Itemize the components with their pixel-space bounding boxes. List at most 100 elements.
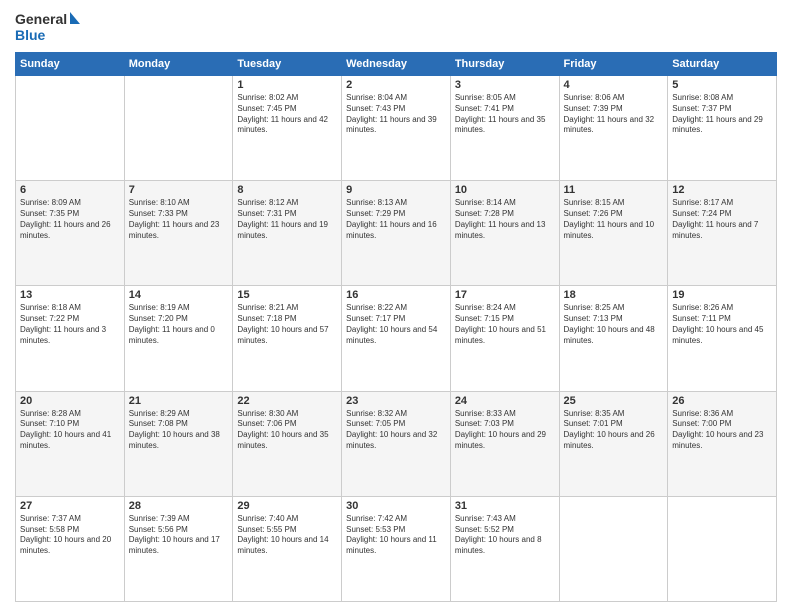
- cell-details: Sunrise: 8:30 AMSunset: 7:06 PMDaylight:…: [237, 409, 337, 452]
- day-number: 21: [129, 395, 229, 407]
- page: GeneralBlue SundayMondayTuesdayWednesday…: [0, 0, 792, 612]
- calendar-cell: 22 Sunrise: 8:30 AMSunset: 7:06 PMDayligh…: [233, 391, 342, 496]
- calendar-week-5: 27Sunrise: 7:37 AMSunset: 5:58 PMDayligh…: [16, 496, 777, 601]
- calendar-cell: [16, 76, 125, 181]
- calendar-cell: 14 Sunrise: 8:19 AMSunset: 7:20 PMDayligh…: [124, 286, 233, 391]
- calendar-cell: [124, 76, 233, 181]
- day-number: 16: [346, 289, 446, 301]
- cell-details: Sunrise: 8:24 AMSunset: 7:15 PMDaylight:…: [455, 303, 555, 346]
- day-header-tuesday: Tuesday: [233, 53, 342, 76]
- cell-details: Sunrise: 8:12 AMSunset: 7:31 PMDaylight:…: [237, 198, 337, 241]
- header: GeneralBlue: [15, 10, 777, 44]
- cell-details: Sunrise: 7:43 AMSunset: 5:52 PMDaylight:…: [455, 514, 555, 557]
- calendar-cell: 13 Sunrise: 8:18 AMSunset: 7:22 PMDayligh…: [16, 286, 125, 391]
- cell-details: Sunrise: 8:29 AMSunset: 7:08 PMDaylight:…: [129, 409, 229, 452]
- cell-details: Sunrise: 8:09 AMSunset: 7:35 PMDaylight:…: [20, 198, 120, 241]
- day-number: 1: [237, 79, 337, 91]
- calendar-week-3: 13 Sunrise: 8:18 AMSunset: 7:22 PMDayligh…: [16, 286, 777, 391]
- calendar-cell: 16Sunrise: 8:22 AMSunset: 7:17 PMDayligh…: [342, 286, 451, 391]
- day-header-saturday: Saturday: [668, 53, 777, 76]
- day-header-wednesday: Wednesday: [342, 53, 451, 76]
- day-header-friday: Friday: [559, 53, 668, 76]
- cell-details: Sunrise: 8:25 AMSunset: 7:13 PMDaylight:…: [564, 303, 664, 346]
- cell-details: Sunrise: 8:18 AMSunset: 7:22 PMDaylight:…: [20, 303, 120, 346]
- calendar-cell: 20 Sunrise: 8:28 AMSunset: 7:10 PMDayligh…: [16, 391, 125, 496]
- day-number: 7: [129, 184, 229, 196]
- cell-details: Sunrise: 8:19 AMSunset: 7:20 PMDaylight:…: [129, 303, 229, 346]
- day-number: 12: [672, 184, 772, 196]
- day-header-monday: Monday: [124, 53, 233, 76]
- day-number: 17: [455, 289, 555, 301]
- day-number: 15: [237, 289, 337, 301]
- cell-details: Sunrise: 8:32 AMSunset: 7:05 PMDaylight:…: [346, 409, 446, 452]
- calendar-cell: [668, 496, 777, 601]
- day-number: 10: [455, 184, 555, 196]
- day-number: 8: [237, 184, 337, 196]
- calendar-cell: 21 Sunrise: 8:29 AMSunset: 7:08 PMDayligh…: [124, 391, 233, 496]
- cell-details: Sunrise: 7:39 AMSunset: 5:56 PMDaylight:…: [129, 514, 229, 557]
- day-number: 28: [129, 500, 229, 512]
- cell-details: Sunrise: 8:17 AMSunset: 7:24 PMDaylight:…: [672, 198, 772, 241]
- calendar-cell: 28 Sunrise: 7:39 AMSunset: 5:56 PMDayligh…: [124, 496, 233, 601]
- cell-details: Sunrise: 8:33 AMSunset: 7:03 PMDaylight:…: [455, 409, 555, 452]
- cell-details: Sunrise: 8:05 AMSunset: 7:41 PMDaylight:…: [455, 93, 555, 136]
- day-number: 13: [20, 289, 120, 301]
- cell-details: Sunrise: 8:04 AMSunset: 7:43 PMDaylight:…: [346, 93, 446, 136]
- day-number: 19: [672, 289, 772, 301]
- calendar-cell: 29 Sunrise: 7:40 AMSunset: 5:55 PMDayligh…: [233, 496, 342, 601]
- cell-details: Sunrise: 7:40 AMSunset: 5:55 PMDaylight:…: [237, 514, 337, 557]
- calendar-cell: 10 Sunrise: 8:14 AMSunset: 7:28 PMDayligh…: [450, 181, 559, 286]
- calendar-cell: 8 Sunrise: 8:12 AMSunset: 7:31 PMDaylight…: [233, 181, 342, 286]
- cell-details: Sunrise: 8:08 AMSunset: 7:37 PMDaylight:…: [672, 93, 772, 136]
- calendar-cell: 5 Sunrise: 8:08 AMSunset: 7:37 PMDaylight…: [668, 76, 777, 181]
- calendar-cell: 3Sunrise: 8:05 AMSunset: 7:41 PMDaylight…: [450, 76, 559, 181]
- cell-details: Sunrise: 8:02 AMSunset: 7:45 PMDaylight:…: [237, 93, 337, 136]
- svg-text:General: General: [15, 11, 67, 27]
- day-header-sunday: Sunday: [16, 53, 125, 76]
- calendar-cell: 25Sunrise: 8:35 AMSunset: 7:01 PMDayligh…: [559, 391, 668, 496]
- calendar-cell: 12 Sunrise: 8:17 AMSunset: 7:24 PMDayligh…: [668, 181, 777, 286]
- calendar-cell: 31 Sunrise: 7:43 AMSunset: 5:52 PMDayligh…: [450, 496, 559, 601]
- calendar-cell: 6Sunrise: 8:09 AMSunset: 7:35 PMDaylight…: [16, 181, 125, 286]
- calendar-cell: 2 Sunrise: 8:04 AMSunset: 7:43 PMDaylight…: [342, 76, 451, 181]
- calendar-header-row: SundayMondayTuesdayWednesdayThursdayFrid…: [16, 53, 777, 76]
- calendar-cell: [559, 496, 668, 601]
- calendar-week-1: 1 Sunrise: 8:02 AMSunset: 7:45 PMDaylight…: [16, 76, 777, 181]
- calendar-table: SundayMondayTuesdayWednesdayThursdayFrid…: [15, 52, 777, 602]
- day-number: 22: [237, 395, 337, 407]
- cell-details: Sunrise: 8:06 AMSunset: 7:39 PMDaylight:…: [564, 93, 664, 136]
- calendar-cell: 26Sunrise: 8:36 AMSunset: 7:00 PMDayligh…: [668, 391, 777, 496]
- cell-details: Sunrise: 8:28 AMSunset: 7:10 PMDaylight:…: [20, 409, 120, 452]
- cell-details: Sunrise: 8:26 AMSunset: 7:11 PMDaylight:…: [672, 303, 772, 346]
- calendar-cell: 11 Sunrise: 8:15 AMSunset: 7:26 PMDayligh…: [559, 181, 668, 286]
- day-number: 29: [237, 500, 337, 512]
- day-number: 25: [564, 395, 664, 407]
- cell-details: Sunrise: 8:15 AMSunset: 7:26 PMDaylight:…: [564, 198, 664, 241]
- cell-details: Sunrise: 8:13 AMSunset: 7:29 PMDaylight:…: [346, 198, 446, 241]
- calendar-cell: 15 Sunrise: 8:21 AMSunset: 7:18 PMDayligh…: [233, 286, 342, 391]
- day-number: 9: [346, 184, 446, 196]
- calendar-cell: 7 Sunrise: 8:10 AMSunset: 7:33 PMDaylight…: [124, 181, 233, 286]
- calendar-cell: 23 Sunrise: 8:32 AMSunset: 7:05 PMDayligh…: [342, 391, 451, 496]
- cell-details: Sunrise: 7:42 AMSunset: 5:53 PMDaylight:…: [346, 514, 446, 557]
- day-number: 5: [672, 79, 772, 91]
- calendar-cell: 1 Sunrise: 8:02 AMSunset: 7:45 PMDaylight…: [233, 76, 342, 181]
- calendar-cell: 19 Sunrise: 8:26 AMSunset: 7:11 PMDayligh…: [668, 286, 777, 391]
- day-number: 23: [346, 395, 446, 407]
- cell-details: Sunrise: 8:10 AMSunset: 7:33 PMDaylight:…: [129, 198, 229, 241]
- day-number: 27: [20, 500, 120, 512]
- svg-text:Blue: Blue: [15, 27, 46, 43]
- day-number: 11: [564, 184, 664, 196]
- day-number: 14: [129, 289, 229, 301]
- day-number: 20: [20, 395, 120, 407]
- cell-details: Sunrise: 8:36 AMSunset: 7:00 PMDaylight:…: [672, 409, 772, 452]
- cell-details: Sunrise: 8:21 AMSunset: 7:18 PMDaylight:…: [237, 303, 337, 346]
- cell-details: Sunrise: 8:14 AMSunset: 7:28 PMDaylight:…: [455, 198, 555, 241]
- calendar-cell: 30 Sunrise: 7:42 AMSunset: 5:53 PMDayligh…: [342, 496, 451, 601]
- logo-icon: GeneralBlue: [15, 10, 85, 44]
- calendar-cell: 27Sunrise: 7:37 AMSunset: 5:58 PMDayligh…: [16, 496, 125, 601]
- day-number: 2: [346, 79, 446, 91]
- day-number: 31: [455, 500, 555, 512]
- calendar-week-2: 6Sunrise: 8:09 AMSunset: 7:35 PMDaylight…: [16, 181, 777, 286]
- day-number: 30: [346, 500, 446, 512]
